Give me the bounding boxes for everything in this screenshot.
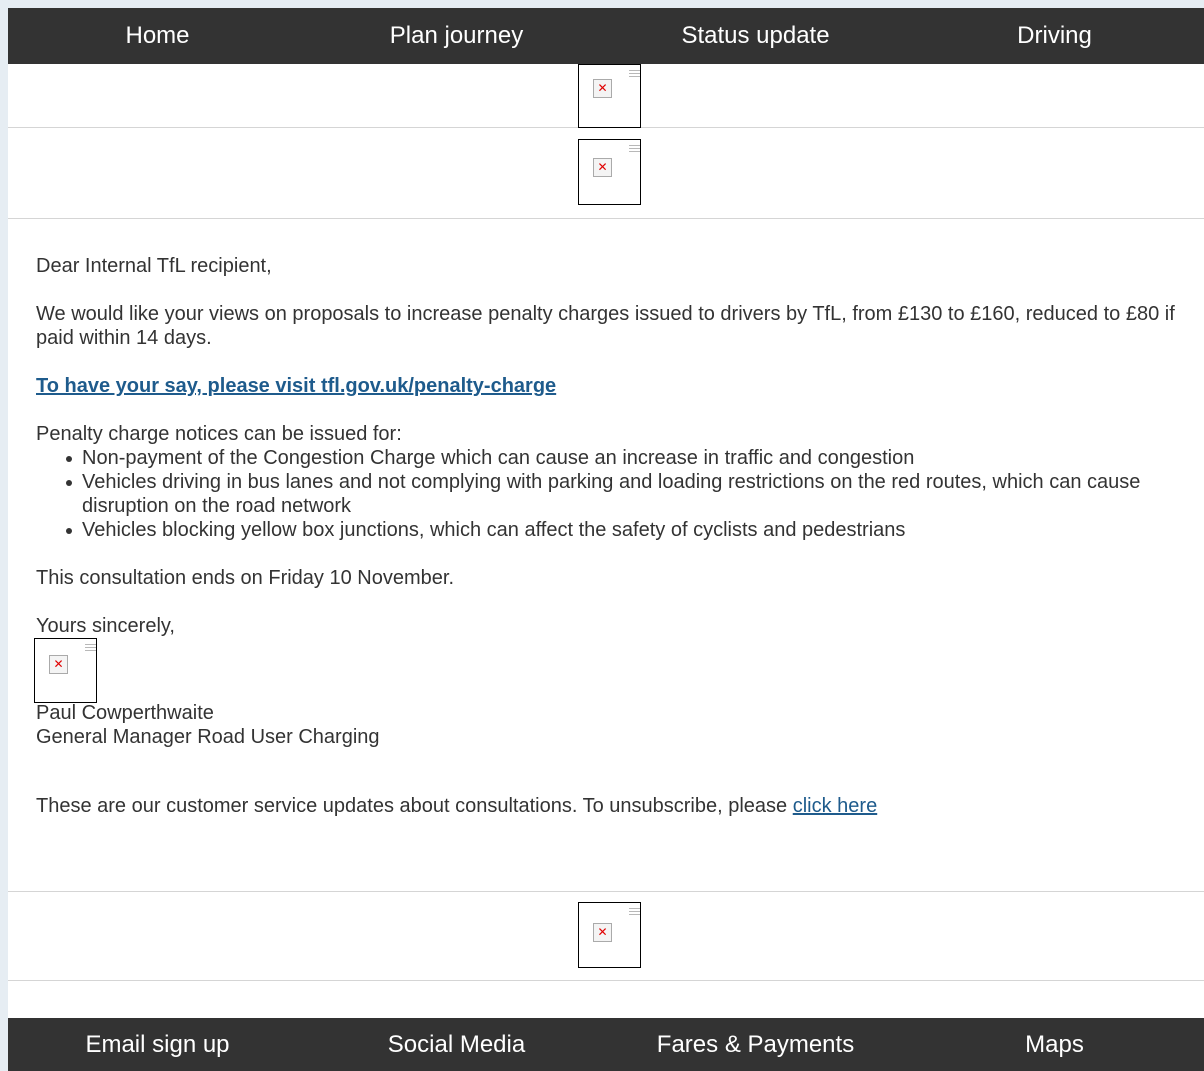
signoff: Yours sincerely, xyxy=(36,615,175,637)
signatory-name: Paul Cowperthwaite xyxy=(36,702,214,724)
penalty-reasons-list: Non-payment of the Congestion Charge whi… xyxy=(36,446,1176,542)
signatory-title: General Manager Road User Charging xyxy=(36,726,380,748)
nav-home-link[interactable]: Home xyxy=(8,8,307,64)
broken-image-icon: ✕ xyxy=(578,64,641,128)
logo-banner-row: ✕ xyxy=(8,64,1204,128)
have-your-say-link[interactable]: To have your say, please visit tfl.gov.u… xyxy=(36,375,556,397)
footer-fares-payments-link[interactable]: Fares & Payments xyxy=(606,1015,905,1071)
broken-image-icon: ✕ xyxy=(578,902,641,968)
greeting: Dear Internal TfL recipient, xyxy=(36,255,272,277)
footer-social-media-link[interactable]: Social Media xyxy=(307,1015,606,1071)
header-nav: Home Plan journey Status update Driving xyxy=(8,8,1204,64)
broken-image-icon: ✕ xyxy=(34,638,97,703)
nav-driving-link[interactable]: Driving xyxy=(905,8,1204,64)
footer-nav: Email sign up Social Media Fares & Payme… xyxy=(8,1018,1204,1071)
nav-status-update-link[interactable]: Status update xyxy=(606,8,905,64)
unsubscribe-link[interactable]: click here xyxy=(793,795,877,817)
footer-logo-row: ✕ xyxy=(8,892,1204,981)
intro-paragraph: We would like your views on proposals to… xyxy=(36,303,1175,349)
broken-image-icon: ✕ xyxy=(578,139,641,205)
list-intro: Penalty charge notices can be issued for… xyxy=(36,423,402,445)
closing-date: This consultation ends on Friday 10 Nove… xyxy=(36,567,454,589)
nav-plan-journey-link[interactable]: Plan journey xyxy=(307,8,606,64)
footer-email-sign-up-link[interactable]: Email sign up xyxy=(8,1015,307,1071)
footer-maps-link[interactable]: Maps xyxy=(905,1015,1204,1071)
email-frame: Home Plan journey Status update Driving … xyxy=(8,8,1204,1071)
list-item: Non-payment of the Congestion Charge whi… xyxy=(66,446,1176,470)
unsubscribe-line: These are our customer service updates a… xyxy=(36,795,878,817)
list-item: Vehicles driving in bus lanes and not co… xyxy=(66,470,1176,518)
email-body: Dear Internal TfL recipient, We would li… xyxy=(8,219,1204,892)
list-item: Vehicles blocking yellow box junctions, … xyxy=(66,518,1176,542)
signature-image: ✕ xyxy=(34,638,97,703)
hero-banner-row: ✕ xyxy=(8,128,1204,219)
